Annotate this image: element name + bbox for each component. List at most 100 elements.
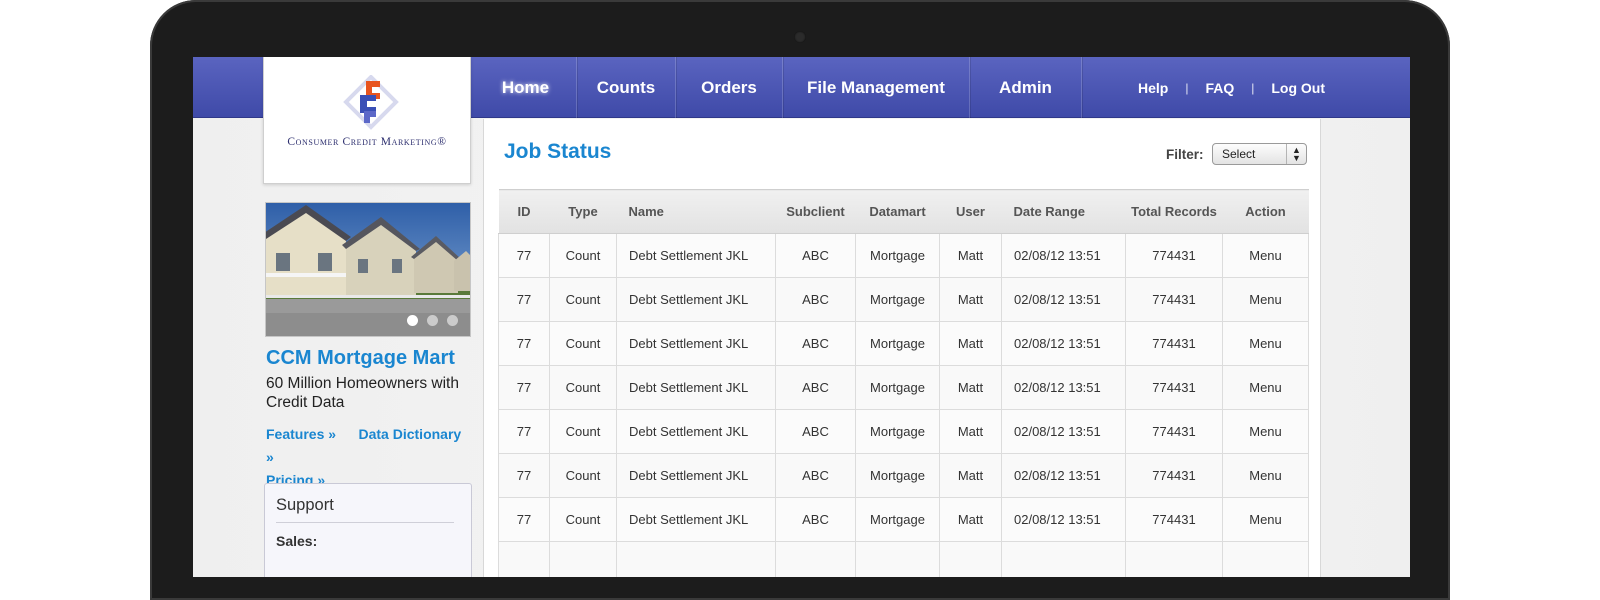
table-row[interactable]: 77 Count Debt Settlement JKL ABC Mortgage Mat… bbox=[498, 365, 1309, 410]
datamart-cell: Mortgage bbox=[855, 233, 940, 278]
action-menu-link[interactable]: Menu bbox=[1222, 497, 1309, 542]
total-records-cell: 774431 bbox=[1125, 233, 1223, 278]
total-records-cell: 774431 bbox=[1125, 453, 1223, 498]
support-title: Support bbox=[276, 496, 334, 514]
datamart-cell: Mortgage bbox=[855, 497, 940, 542]
table-row[interactable]: 77 Count Debt Settlement JKL ABC Mortgage Mat… bbox=[498, 497, 1309, 542]
carousel-dot-3[interactable] bbox=[447, 315, 458, 326]
action-menu-link[interactable]: Menu bbox=[1222, 409, 1309, 454]
date-range-cell: 02/08/12 13:51 bbox=[1001, 453, 1126, 498]
action-menu-link[interactable]: Menu bbox=[1222, 453, 1309, 498]
column-header[interactable]: Datamart bbox=[855, 189, 940, 234]
subclient-cell: ABC bbox=[775, 409, 856, 454]
column-header[interactable]: User bbox=[939, 189, 1002, 234]
column-header[interactable]: Action bbox=[1222, 189, 1309, 234]
logo-text: Consumer Credit Marketing® bbox=[287, 136, 447, 148]
action-menu-link[interactable]: Menu bbox=[1222, 365, 1309, 410]
table-row[interactable]: 77 Count Debt Settlement JKL ABC Mortgage Mat… bbox=[498, 453, 1309, 498]
separator: | bbox=[1185, 80, 1189, 95]
datamart-cell: Mortgage bbox=[855, 321, 940, 366]
subclient-cell: ABC bbox=[775, 497, 856, 542]
nav-home[interactable]: Home bbox=[475, 57, 577, 118]
table-row[interactable]: 77 Count Debt Settlement JKL ABC Mortgage Mat… bbox=[498, 409, 1309, 454]
column-header[interactable]: Subclient bbox=[775, 189, 856, 234]
column-header[interactable]: Type bbox=[549, 189, 617, 234]
table-body: 77 Count Debt Settlement JKL ABC Mortgage Mat… bbox=[498, 233, 1309, 577]
subclient-cell: ABC bbox=[775, 233, 856, 278]
nav-counts[interactable]: Counts bbox=[577, 57, 676, 118]
user-cell: Matt bbox=[939, 321, 1002, 366]
user-cell: Matt bbox=[939, 277, 1002, 322]
action-menu-link[interactable]: Menu bbox=[1222, 277, 1309, 322]
user-cell bbox=[939, 541, 1002, 577]
id-cell: 77 bbox=[498, 497, 550, 542]
table-row[interactable]: 77 Count Debt Settlement JKL ABC Mortgage Mat… bbox=[498, 321, 1309, 366]
faq-link[interactable]: FAQ bbox=[1205, 80, 1234, 96]
subclient-cell: ABC bbox=[775, 453, 856, 498]
name-cell bbox=[616, 541, 776, 577]
date-range-cell: 02/08/12 13:51 bbox=[1001, 277, 1126, 322]
date-range-cell: 02/08/12 13:51 bbox=[1001, 497, 1126, 542]
screen: Home Counts Orders File Management Admin… bbox=[193, 57, 1410, 577]
name-cell: Debt Settlement JKL bbox=[616, 277, 776, 322]
user-cell: Matt bbox=[939, 365, 1002, 410]
id-cell: 77 bbox=[498, 321, 550, 366]
promo-description: 60 Million Homeowners with Credit Data bbox=[266, 375, 459, 411]
total-records-cell: 774431 bbox=[1125, 365, 1223, 410]
action-menu-link[interactable]: Menu bbox=[1222, 233, 1309, 278]
datamart-cell: Mortgage bbox=[855, 453, 940, 498]
column-header[interactable]: ID bbox=[498, 189, 550, 234]
column-header[interactable]: Date Range bbox=[1001, 189, 1126, 234]
user-cell: Matt bbox=[939, 497, 1002, 542]
divider bbox=[276, 522, 454, 523]
updown-arrow-icon: ▲ ▼ bbox=[1286, 144, 1306, 164]
nav-admin[interactable]: Admin bbox=[970, 57, 1082, 118]
carousel-dots bbox=[407, 315, 458, 326]
table-row[interactable]: 77 Count Debt Settlement JKL ABC Mortgage Mat… bbox=[498, 233, 1309, 278]
nav-file-management[interactable]: File Management bbox=[783, 57, 970, 118]
datamart-cell: Mortgage bbox=[855, 409, 940, 454]
action-menu-link[interactable]: Menu bbox=[1222, 321, 1309, 366]
total-records-cell: 774431 bbox=[1125, 277, 1223, 322]
name-cell: Debt Settlement JKL bbox=[616, 453, 776, 498]
main-nav: Home Counts Orders File Management Admin bbox=[475, 57, 1082, 118]
type-cell: Count bbox=[549, 321, 617, 366]
type-cell: Count bbox=[549, 233, 617, 278]
type-cell: Count bbox=[549, 453, 617, 498]
subclient-cell bbox=[775, 541, 856, 577]
promo-image-carousel[interactable] bbox=[265, 202, 471, 337]
name-cell: Debt Settlement JKL bbox=[616, 409, 776, 454]
logo[interactable]: Consumer Credit Marketing® bbox=[263, 57, 471, 184]
promo-title[interactable]: CCM Mortgage Mart bbox=[266, 347, 455, 370]
id-cell: 77 bbox=[498, 365, 550, 410]
date-range-cell: 02/08/12 13:51 bbox=[1001, 321, 1126, 366]
user-cell: Matt bbox=[939, 453, 1002, 498]
name-cell: Debt Settlement JKL bbox=[616, 233, 776, 278]
action-menu-link[interactable] bbox=[1222, 541, 1309, 577]
name-cell: Debt Settlement JKL bbox=[616, 497, 776, 542]
nav-orders[interactable]: Orders bbox=[676, 57, 783, 118]
datamart-cell: Mortgage bbox=[855, 365, 940, 410]
column-header[interactable]: Total Records bbox=[1125, 189, 1223, 234]
name-cell: Debt Settlement JKL bbox=[616, 365, 776, 410]
id-cell: 77 bbox=[498, 277, 550, 322]
id-cell: 77 bbox=[498, 453, 550, 498]
type-cell: Count bbox=[549, 365, 617, 410]
date-range-cell bbox=[1001, 541, 1126, 577]
camera-icon bbox=[794, 31, 806, 43]
logout-link[interactable]: Log Out bbox=[1271, 80, 1325, 96]
filter-select[interactable]: Select ▲ ▼ bbox=[1212, 143, 1307, 165]
table-row[interactable]: 77 Count Debt Settlement JKL ABC Mortgage Mat… bbox=[498, 277, 1309, 322]
user-cell: Matt bbox=[939, 409, 1002, 454]
carousel-dot-1[interactable] bbox=[407, 315, 418, 326]
table-row[interactable] bbox=[498, 541, 1309, 577]
features-link[interactable]: Features » bbox=[266, 426, 336, 442]
user-cell: Matt bbox=[939, 233, 1002, 278]
datamart-cell: Mortgage bbox=[855, 277, 940, 322]
name-cell: Debt Settlement JKL bbox=[616, 321, 776, 366]
type-cell bbox=[549, 541, 617, 577]
carousel-dot-2[interactable] bbox=[427, 315, 438, 326]
help-link[interactable]: Help bbox=[1138, 80, 1168, 96]
subclient-cell: ABC bbox=[775, 365, 856, 410]
column-header[interactable]: Name bbox=[616, 189, 776, 234]
